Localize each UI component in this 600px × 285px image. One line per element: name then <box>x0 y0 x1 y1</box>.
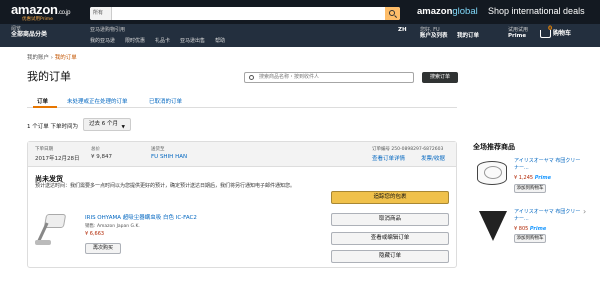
recommended-product-link-2[interactable]: アイリスオーヤマ 布団クリーナー... <box>514 209 584 222</box>
order-period-select[interactable]: 过去 6 个月 ▼ <box>83 118 131 131</box>
tab-orders[interactable]: 订单 <box>37 97 48 105</box>
order-number: 订单编号 250-0898297-6872603 <box>372 147 444 152</box>
product-thumbnail[interactable] <box>35 208 69 248</box>
order-count-text: 1 个订单 下单时间为 <box>27 124 78 130</box>
prime-menu-line2: Prime <box>508 33 527 39</box>
search-button[interactable] <box>385 7 400 20</box>
order-period-value: 过去 6 个月 <box>89 121 118 127</box>
recommended-product-price-value-2: ¥ 805 <box>514 226 529 232</box>
order-total-label: 总价 <box>91 147 100 152</box>
order-total: ¥ 9,847 <box>91 154 112 160</box>
cart-label: 购物车 <box>553 30 572 37</box>
promo-logo-text: amazon <box>417 6 453 17</box>
view-edit-order-button[interactable]: 查看或编辑订单 <box>331 232 449 245</box>
nav-links: 我的亚马逊 限时优惠 礼品卡 亚马逊出售 帮助 <box>90 37 225 44</box>
cart-button[interactable]: 0 购物车 <box>540 25 572 38</box>
prime-badge: Prime <box>534 175 551 181</box>
recommended-product-image-2[interactable] <box>474 207 510 243</box>
account-lists-label: 账户及列表 <box>420 33 448 39</box>
department-menu-line2: 全部商品分类 <box>11 31 48 38</box>
site-header: amazon.co.jp 优惠试用Prime 所有 amazonglobal S… <box>0 0 600 47</box>
tab-open-orders[interactable]: 未处理或正在处理的订单 <box>67 97 128 105</box>
search-category-select[interactable]: 所有 <box>90 7 112 20</box>
recommended-product-link-1[interactable]: アイリスオーヤマ 布団クリーナー... <box>514 158 584 171</box>
order-search-button[interactable]: 搜索订单 <box>422 72 458 83</box>
account-menu[interactable]: 您好, FU 账户及列表 <box>420 27 448 39</box>
product-title-link[interactable]: IRIS OHYAMA 超吸尘器螨虫吸 白色 IC-FAC2 <box>85 213 197 221</box>
track-package-button[interactable]: 追踪您的包裹 <box>331 191 449 204</box>
active-tab-indicator <box>33 106 57 108</box>
filter-cylinder-image <box>477 161 507 185</box>
search-icon <box>389 10 395 16</box>
order-date: 2017年12月28日 <box>35 156 80 162</box>
nav-link-help[interactable]: 帮助 <box>215 37 225 44</box>
nav-small-text: 亚马逊购物引用 <box>90 27 126 33</box>
product-image-base <box>35 240 51 245</box>
product-seller: 销售: Amazon Japan G.K. <box>85 224 140 229</box>
page-root: amazon.co.jp 优惠试用Prime 所有 amazonglobal S… <box>0 0 600 285</box>
buy-again-button[interactable]: 再次购买 <box>85 243 121 254</box>
page-title: 我的订单 <box>27 70 71 83</box>
ship-to-label: 送货至 <box>151 147 165 152</box>
logo-suffix: .co.jp <box>57 10 71 16</box>
breadcrumb-separator: › <box>50 55 53 61</box>
language-selector[interactable]: ZH <box>398 27 407 33</box>
prime-badge: Prime <box>529 226 547 232</box>
hide-order-button[interactable]: 隐藏订单 <box>331 250 449 263</box>
recommendations-title: 全场推荐商品 <box>473 143 515 151</box>
language-code: ZH <box>398 27 407 33</box>
prime-trial-link[interactable]: 优惠试用Prime <box>22 16 53 22</box>
order-search-input[interactable]: 搜索商品名称・按到收件人 <box>244 72 414 83</box>
nav-link-sell[interactable]: 亚马逊出售 <box>180 37 205 44</box>
add-to-cart-button-2[interactable]: 添加到购物车 <box>514 234 546 243</box>
order-card: 下单日期 2017年12月28日 总价 ¥ 9,847 送货至 FU SHIH … <box>27 141 457 268</box>
order-details-link[interactable]: 查看订单详情 <box>372 154 405 162</box>
tab-cancelled-orders[interactable]: 已取消的订单 <box>149 97 182 105</box>
breadcrumb: 我的账户 › 我的订单 <box>27 53 77 61</box>
order-tabs: 订单 未处理或正在处理的订单 已取消的订单 <box>27 96 457 108</box>
carousel-next-icon[interactable]: › <box>583 207 586 216</box>
cancel-item-button[interactable]: 取消商品 <box>331 213 449 226</box>
recommended-product-image-1[interactable] <box>474 155 510 191</box>
product-price: ¥ 6,663 <box>85 231 105 237</box>
recommended-product-price-value-1: ¥ 1,245 <box>514 175 534 181</box>
nav-link-gift-cards[interactable]: 礼品卡 <box>155 37 170 44</box>
order-card-header: 下单日期 2017年12月28日 总价 ¥ 9,847 送货至 FU SHIH … <box>28 142 456 167</box>
logo-text: amazon <box>11 2 58 17</box>
chevron-down-icon: ▼ <box>121 125 125 130</box>
breadcrumb-root[interactable]: 我的账户 <box>27 55 49 61</box>
prime-menu[interactable]: 试用试用 Prime <box>508 27 528 39</box>
promo-banner[interactable]: Shop international deals <box>488 6 585 16</box>
search-icon <box>249 75 254 80</box>
delivery-estimate-note: 预计送达时间：我们需要多一点时间以为您提供更好的预计，确定预计送达日期后，我们将… <box>35 183 296 189</box>
department-menu[interactable]: 阅览 全部商品分类 <box>11 26 47 38</box>
cart-count: 0 <box>548 25 553 32</box>
breadcrumb-current: 我的订单 <box>54 55 77 61</box>
amazon-global-logo[interactable]: amazonglobal <box>417 6 478 17</box>
orders-link-label: 我的订单 <box>457 33 480 39</box>
add-to-cart-button-1[interactable]: 添加到购物车 <box>514 184 546 193</box>
ship-to-name[interactable]: FU SHIH HAN <box>151 154 187 160</box>
order-search-placeholder: 搜索商品名称・按到收件人 <box>259 74 320 80</box>
search-bar: 所有 <box>90 7 400 20</box>
filter-cone-image <box>479 211 507 241</box>
invoice-link[interactable]: 发票/收据 <box>421 154 445 162</box>
order-date-label: 下单日期 <box>35 147 53 152</box>
nav-link-my-amazon[interactable]: 我的亚马逊 <box>90 37 115 44</box>
nav-link-deals[interactable]: 限时优惠 <box>125 37 145 44</box>
promo-logo-suffix: global <box>452 6 478 17</box>
amazon-logo[interactable]: amazon.co.jp <box>11 2 70 17</box>
recommended-product-price-2: ¥ 805 Prime <box>514 226 546 232</box>
orders-link[interactable]: 我的订单 <box>457 27 479 39</box>
recommended-product-price-1: ¥ 1,245 Prime <box>514 175 551 181</box>
